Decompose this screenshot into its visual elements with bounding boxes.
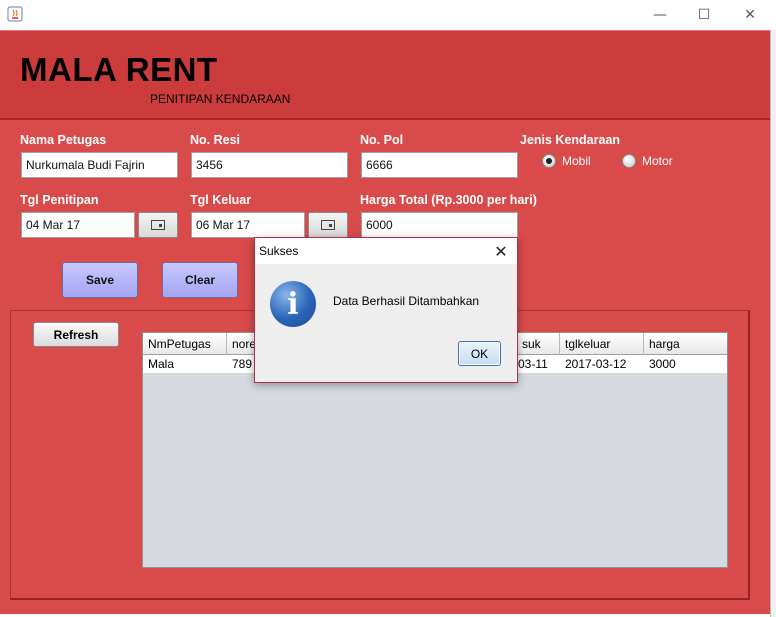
jenis-kendaraan-label: Jenis Kendaraan: [520, 133, 621, 147]
tgl-keluar-date-button[interactable]: [308, 212, 348, 238]
cell-tglmasuk: 03-11: [518, 357, 548, 371]
tgl-penitipan-field[interactable]: 04 Mar 17: [21, 212, 135, 238]
radio-mobil-button[interactable]: [542, 154, 556, 168]
no-pol-label: No. Pol: [360, 133, 404, 147]
harga-total-label: Harga Total (Rp.3000 per hari): [360, 193, 537, 207]
dialog-close-button[interactable]: ✕: [491, 240, 511, 262]
radio-mobil-label: Mobil: [562, 154, 591, 168]
radio-mobil[interactable]: Mobil: [542, 154, 591, 168]
minimize-button[interactable]: —: [637, 0, 683, 30]
app-title: MALA RENT: [20, 51, 218, 88]
header-panel: MALA RENT PENITIPAN KENDARAAN: [0, 30, 770, 120]
no-resi-field[interactable]: 3456: [191, 152, 348, 178]
cell-harga: 3000: [649, 357, 676, 371]
cell-tglkeluar: 2017-03-12: [565, 357, 627, 371]
ok-button[interactable]: OK: [458, 341, 501, 366]
clear-button[interactable]: Clear: [162, 262, 238, 298]
maximize-button[interactable]: ☐: [681, 0, 727, 30]
minimize-icon: —: [653, 7, 667, 23]
dialog-title-bar: Sukses ✕: [255, 238, 517, 264]
calendar-icon: [321, 220, 335, 230]
nama-petugas-field[interactable]: Nurkumala Budi Fajrin: [21, 152, 178, 178]
nama-petugas-label: Nama Petugas: [20, 133, 107, 147]
column-header-tglmasuk[interactable]: suk: [517, 333, 560, 355]
column-header-harga[interactable]: harga: [644, 333, 727, 355]
tgl-keluar-field[interactable]: 06 Mar 17: [191, 212, 305, 238]
no-resi-label: No. Resi: [190, 133, 241, 147]
cell-nmpetugas: Mala: [148, 357, 175, 371]
window-title-bar: — ☐ ✕: [0, 0, 776, 30]
tgl-penitipan-label: Tgl Penitipan: [20, 193, 99, 207]
refresh-button[interactable]: Refresh: [33, 322, 119, 347]
success-dialog: Sukses ✕ i Data Berhasil Ditambahkan OK: [254, 237, 518, 383]
dialog-message: Data Berhasil Ditambahkan: [333, 294, 480, 308]
maximize-icon: ☐: [697, 7, 711, 23]
radio-motor-button[interactable]: [622, 154, 636, 168]
no-pol-field[interactable]: 6666: [361, 152, 518, 178]
close-icon: ✕: [494, 241, 508, 261]
column-header-nmpetugas[interactable]: NmPetugas: [143, 333, 227, 355]
java-app-icon: [7, 6, 23, 22]
info-icon: i: [270, 281, 316, 327]
tgl-penitipan-date-button[interactable]: [138, 212, 178, 238]
close-icon: ✕: [744, 7, 756, 23]
dialog-title: Sukses: [259, 244, 299, 258]
close-button[interactable]: ✕: [727, 0, 773, 30]
column-header-tglkeluar[interactable]: tglkeluar: [560, 333, 644, 355]
calendar-icon: [151, 220, 165, 230]
tgl-keluar-label: Tgl Keluar: [190, 193, 252, 207]
save-button[interactable]: Save: [62, 262, 138, 298]
harga-total-field[interactable]: 6000: [361, 212, 518, 238]
background-window-edge: [770, 30, 776, 617]
app-subtitle: PENITIPAN KENDARAAN: [150, 92, 291, 106]
radio-motor[interactable]: Motor: [622, 154, 673, 168]
radio-motor-label: Motor: [642, 154, 673, 168]
